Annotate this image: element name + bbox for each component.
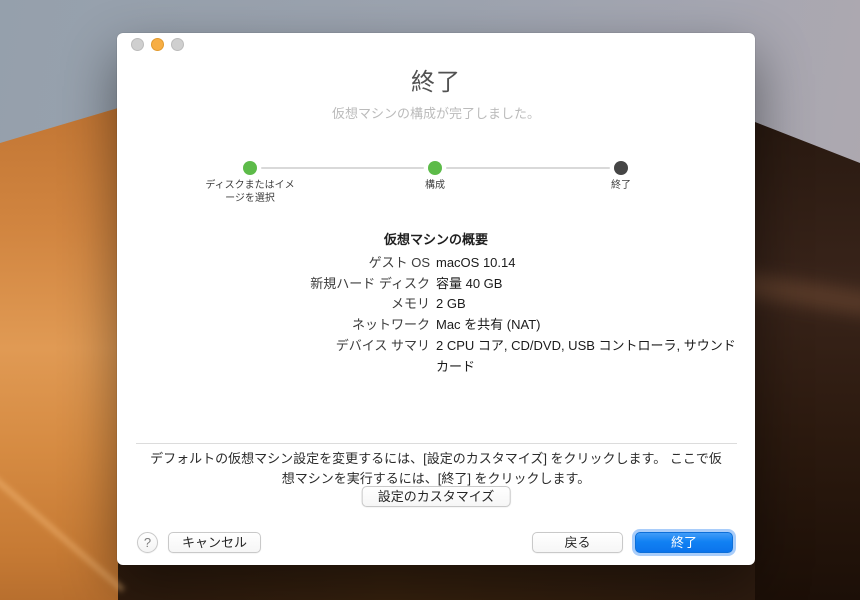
step-label-line: ージを選択 xyxy=(225,193,275,204)
summary-row-guest-os: ゲスト OS macOS 10.14 xyxy=(117,253,755,274)
page-subtitle: 仮想マシンの構成が完了しました。 xyxy=(331,106,540,121)
screen: 終了 仮想マシンの構成が完了しました。 ディスクまたはイメ ージを選択 構成 終… xyxy=(0,0,860,600)
back-button[interactable]: 戻る xyxy=(532,532,623,553)
summary-value: 2 CPU コア, CD/DVD, USB コントローラ, サウンドカード xyxy=(436,337,736,374)
cancel-button[interactable]: キャンセル xyxy=(168,532,261,553)
summary-row-device-summary: デバイス サマリ 2 CPU コア, CD/DVD, USB コントローラ, サ… xyxy=(117,336,755,377)
note-line: デフォルトの仮想マシン設定を変更するには、[設定のカスタマイズ] をクリックしま… xyxy=(150,451,722,466)
summary-value: Mac を共有 (NAT) xyxy=(436,317,541,333)
summary-row-network: ネットワーク Mac を共有 (NAT) xyxy=(117,315,755,336)
step-dot-finish xyxy=(614,161,628,175)
summary-label: メモリ xyxy=(390,296,430,312)
step-label-configure: 構成 xyxy=(375,179,495,192)
stepper-connector xyxy=(446,167,610,169)
step-dot-select-disk xyxy=(243,161,257,175)
finish-button[interactable]: 終了 xyxy=(635,532,733,553)
note-text: デフォルトの仮想マシン設定を変更するには、[設定のカスタマイズ] をクリックしま… xyxy=(117,449,755,488)
close-button[interactable] xyxy=(131,38,144,51)
summary-row-memory: メモリ 2 GB xyxy=(117,294,755,315)
summary-row-hard-disk: 新規ハード ディスク 容量 40 GB xyxy=(117,274,755,295)
minimize-button[interactable] xyxy=(151,38,164,51)
page-title: 終了 xyxy=(411,69,461,96)
summary-label: ネットワーク xyxy=(351,317,430,333)
step-label-line: 構成 xyxy=(425,180,445,191)
step-label-select-disk: ディスクまたはイメ ージを選択 xyxy=(190,179,310,205)
step-label-line: 終了 xyxy=(611,180,631,191)
customize-settings-button[interactable]: 設定のカスタマイズ xyxy=(361,486,511,507)
summary-value: 容量 40 GB xyxy=(436,275,503,291)
stepper-connector xyxy=(261,167,424,169)
summary-label: ゲスト OS xyxy=(368,255,430,270)
step-label-finish: 終了 xyxy=(561,179,681,192)
vm-wizard-window: 終了 仮想マシンの構成が完了しました。 ディスクまたはイメ ージを選択 構成 終… xyxy=(117,33,755,565)
summary-label: 新規ハード ディスク xyxy=(310,275,430,291)
step-dot-configure xyxy=(428,161,442,175)
zoom-button[interactable] xyxy=(171,38,184,51)
summary-label: デバイス サマリ xyxy=(335,337,430,353)
summary-heading: 仮想マシンの概要 xyxy=(383,232,488,247)
divider xyxy=(136,443,737,444)
summary-table: ゲスト OS macOS 10.14 新規ハード ディスク 容量 40 GB メ… xyxy=(117,253,755,377)
help-button[interactable]: ? xyxy=(137,532,158,553)
summary-value: 2 GB xyxy=(436,296,466,312)
summary-value: macOS 10.14 xyxy=(436,255,516,270)
step-label-line: ディスクまたはイメ xyxy=(205,180,295,191)
